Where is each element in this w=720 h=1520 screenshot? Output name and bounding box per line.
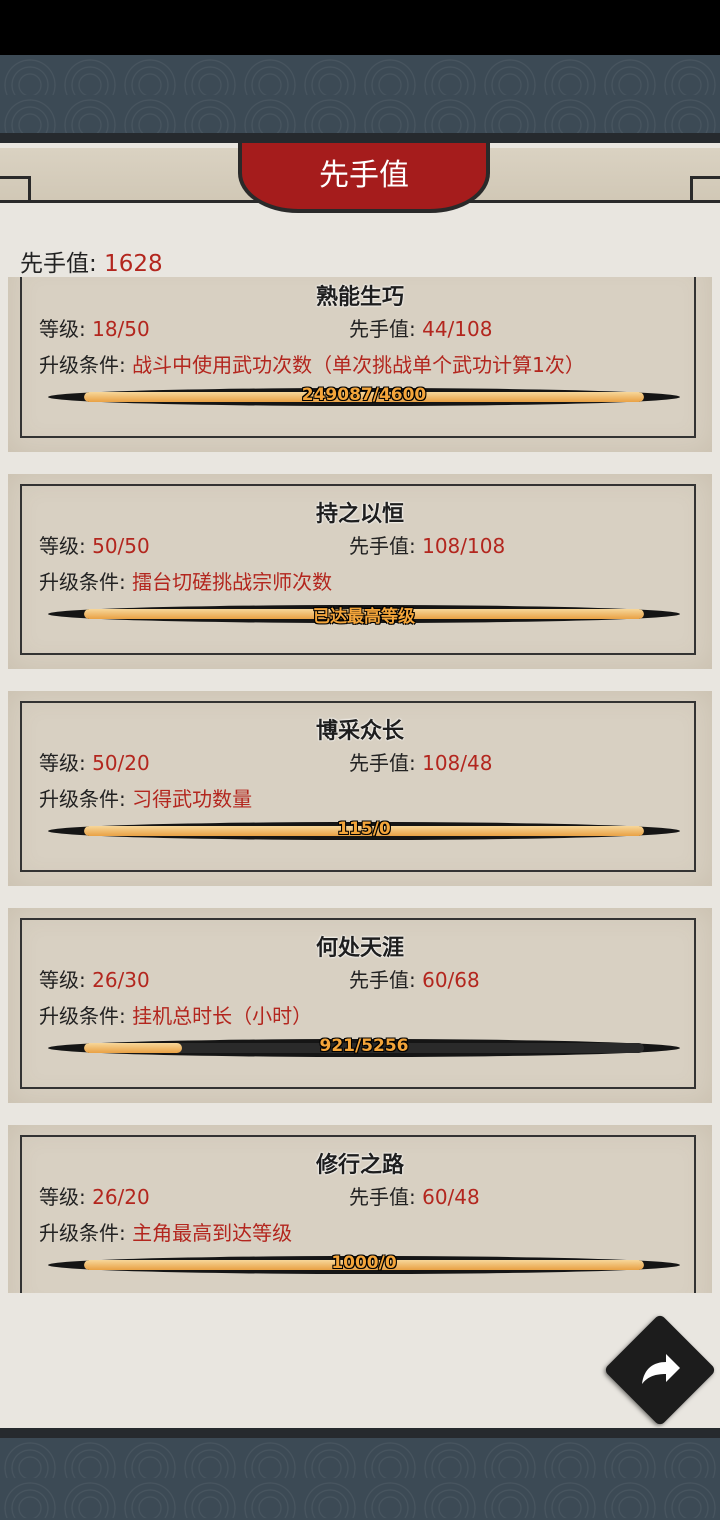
condition-value: 战斗中使用武功次数（单次挑战单个武功计算1次） — [132, 353, 585, 377]
item-condition: 升级条件: 挂机总时长（小时） — [39, 1000, 312, 1029]
condition-label: 升级条件: — [39, 353, 126, 377]
item-condition: 升级条件: 擂台切磋挑战宗师次数 — [39, 566, 332, 595]
item-initiative: 先手值: 60/68 — [349, 964, 480, 993]
initiative-list[interactable]: 熟能生巧 等级: 18/50 先手值: 44/108 升级条件: 战斗中使用武功… — [0, 277, 720, 1293]
initiative-value: 60/68 — [422, 968, 480, 992]
footer-pattern — [0, 1438, 720, 1520]
header-pattern — [0, 55, 720, 133]
item-initiative: 先手值: 108/108 — [349, 530, 505, 559]
footer-divider — [0, 1428, 720, 1438]
condition-label: 升级条件: — [39, 570, 126, 594]
item-name: 修行之路 — [315, 1153, 404, 1178]
level-value: 50/20 — [92, 751, 150, 775]
item-condition: 升级条件: 战斗中使用武功次数（单次挑战单个武功计算1次） — [39, 349, 585, 378]
progress-bar: 249087/4600 — [48, 385, 680, 406]
progress-text: 249087/4600 — [301, 385, 427, 405]
level-label: 等级: — [39, 1185, 86, 1209]
list-item: 持之以恒 等级: 50/50 先手值: 108/108 升级条件: 擂台切磋挑战… — [8, 474, 712, 669]
corner-ornament-left — [0, 176, 31, 201]
item-name: 博采众长 — [315, 719, 404, 744]
initiative-value: 60/48 — [422, 1185, 480, 1209]
level-value: 18/50 — [92, 317, 150, 341]
condition-label: 升级条件: — [39, 1004, 126, 1028]
initiative-label: 先手值: — [349, 534, 416, 558]
list-item: 何处天涯 等级: 26/30 先手值: 60/68 升级条件: 挂机总时长（小时… — [8, 908, 712, 1103]
level-label: 等级: — [39, 534, 86, 558]
level-label: 等级: — [39, 968, 86, 992]
total-initiative-label: 先手值: — [20, 251, 97, 277]
item-condition: 升级条件: 主角最高到达等级 — [39, 1217, 292, 1246]
condition-value: 挂机总时长（小时） — [132, 1004, 313, 1028]
total-initiative-value: 1628 — [104, 251, 163, 277]
progress-text: 115/0 — [337, 819, 391, 839]
status-bar — [0, 0, 720, 55]
progress-bar: 921/5256 — [48, 1036, 680, 1057]
condition-label: 升级条件: — [39, 787, 126, 811]
initiative-label: 先手值: — [349, 751, 416, 775]
item-level: 等级: 18/50 — [39, 313, 150, 342]
progress-bar: 115/0 — [48, 819, 680, 840]
item-name: 持之以恒 — [315, 502, 404, 527]
condition-label: 升级条件: — [39, 1221, 126, 1245]
initiative-label: 先手值: — [349, 317, 416, 341]
progress-bar: 1000/0 — [48, 1253, 680, 1274]
progress-bar: 已达最高等级 — [48, 605, 680, 627]
progress-text: 1000/0 — [331, 1253, 397, 1273]
item-name: 熟能生巧 — [315, 285, 404, 310]
item-name: 何处天涯 — [315, 936, 404, 961]
condition-value: 擂台切磋挑战宗师次数 — [132, 570, 333, 594]
level-value: 26/30 — [92, 968, 150, 992]
initiative-value: 108/108 — [422, 534, 506, 558]
level-value: 50/50 — [92, 534, 150, 558]
item-initiative: 先手值: 44/108 — [349, 313, 492, 342]
initiative-label: 先手值: — [349, 968, 416, 992]
list-item: 熟能生巧 等级: 18/50 先手值: 44/108 升级条件: 战斗中使用武功… — [8, 277, 712, 452]
level-label: 等级: — [39, 751, 86, 775]
item-level: 等级: 50/20 — [39, 747, 150, 776]
level-label: 等级: — [39, 317, 86, 341]
list-item: 博采众长 等级: 50/20 先手值: 108/48 升级条件: 习得武功数量 … — [8, 691, 712, 886]
share-arrow-icon — [642, 1354, 680, 1384]
item-condition: 升级条件: 习得武功数量 — [39, 783, 252, 812]
header-divider — [0, 133, 720, 143]
initiative-value: 108/48 — [422, 751, 493, 775]
list-item: 修行之路 等级: 26/20 先手值: 60/48 升级条件: 主角最高到达等级… — [8, 1125, 712, 1293]
item-initiative: 先手值: 108/48 — [349, 747, 492, 776]
initiative-value: 44/108 — [422, 317, 493, 341]
dialog-title: 先手值 — [238, 143, 490, 213]
initiative-label: 先手值: — [349, 1185, 416, 1209]
progress-text: 已达最高等级 — [313, 607, 415, 627]
item-initiative: 先手值: 60/48 — [349, 1181, 480, 1210]
corner-ornament-right — [690, 176, 720, 201]
item-level: 等级: 26/20 — [39, 1181, 150, 1210]
item-level: 等级: 26/30 — [39, 964, 150, 993]
item-level: 等级: 50/50 — [39, 530, 150, 559]
condition-value: 主角最高到达等级 — [132, 1221, 293, 1245]
condition-value: 习得武功数量 — [132, 787, 253, 811]
level-value: 26/20 — [92, 1185, 150, 1209]
total-initiative: 先手值: 1628 — [20, 244, 163, 278]
progress-text: 921/5256 — [319, 1036, 409, 1056]
